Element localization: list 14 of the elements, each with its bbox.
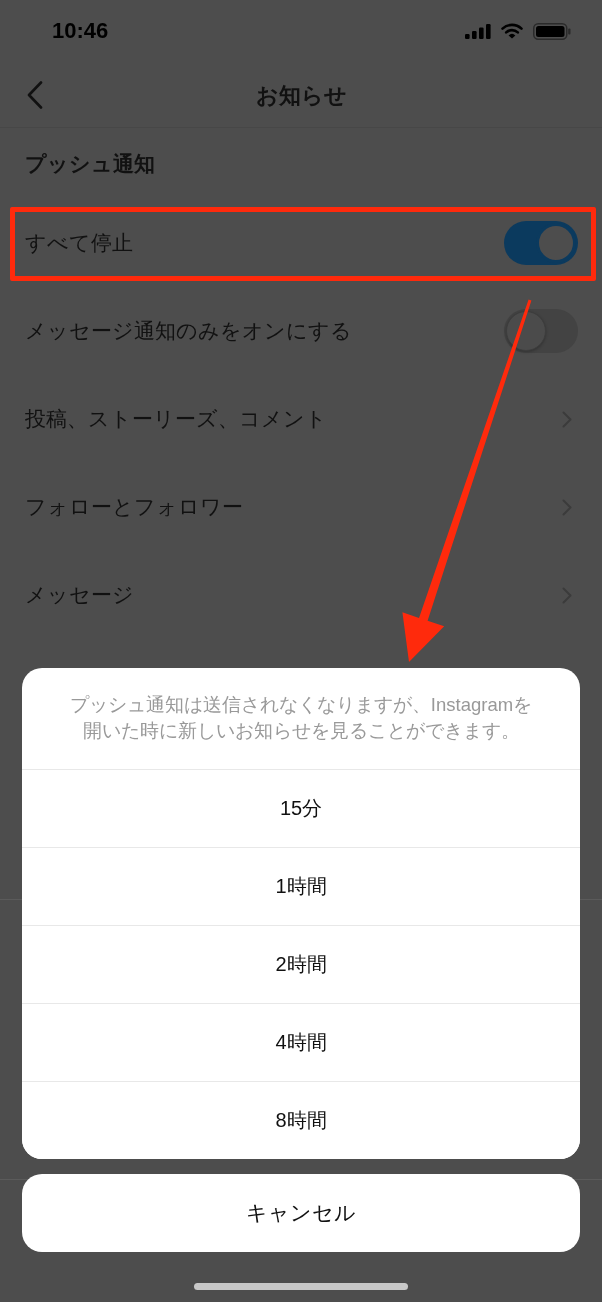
- wifi-icon: [501, 23, 523, 39]
- battery-icon: [533, 22, 571, 40]
- cancel-button[interactable]: キャンセル: [22, 1174, 580, 1252]
- back-icon[interactable]: [27, 81, 43, 109]
- setting-label: メッセージ通知のみをオンにする: [25, 318, 352, 344]
- signal-icon: [465, 23, 491, 39]
- toggle-switch[interactable]: [504, 221, 578, 265]
- status-time: 10:46: [52, 18, 109, 44]
- setting-label: すべて停止: [25, 230, 133, 256]
- screen-title: お知らせ: [255, 81, 347, 110]
- toggle-switch[interactable]: [504, 309, 578, 353]
- sheet-message: プッシュ通知は送信されなくなりますが、Instagramを開いた時に新しいお知らせを見ることができます。: [68, 693, 534, 743]
- section-heading: プッシュ通知: [25, 150, 155, 177]
- sheet-option[interactable]: 8時間: [22, 1081, 580, 1159]
